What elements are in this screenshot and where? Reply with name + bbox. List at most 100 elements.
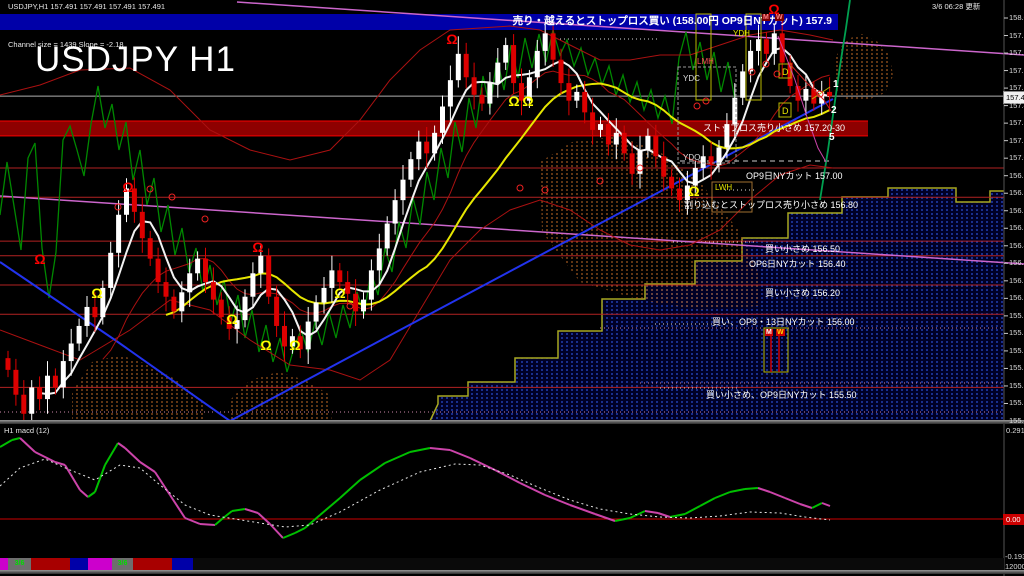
macd-line — [0, 440, 12, 447]
price-axis-tick: 156.350 — [1009, 259, 1024, 267]
macd-line — [65, 465, 80, 490]
macd-line — [758, 488, 770, 492]
session-strip-segment — [0, 558, 8, 570]
candle-body — [480, 95, 485, 104]
price-axis-tick: 155.870 — [1009, 329, 1024, 337]
session-strip-segment — [193, 558, 1004, 570]
price-axis-tick: 157.785 — [1009, 49, 1024, 57]
top-marker-omega: Ω — [252, 239, 263, 255]
candle-body — [385, 224, 390, 249]
entry-circle-marker — [703, 98, 709, 104]
candle-body — [361, 300, 366, 312]
candle-body — [701, 156, 706, 168]
candle-body — [85, 307, 90, 326]
macd-line — [470, 458, 495, 470]
candle-body — [630, 153, 635, 173]
macd-line — [340, 480, 360, 498]
candle-body — [748, 51, 753, 71]
pivot-label: YDH — [733, 30, 750, 38]
macd-label: H1 macd (12) — [4, 427, 49, 435]
macd-line — [700, 498, 715, 506]
candle-body — [37, 387, 42, 399]
candle-body — [45, 376, 50, 399]
price-axis-tick: 156.710 — [1009, 207, 1024, 215]
pivot-label: YDC — [683, 75, 700, 83]
macd-line — [595, 514, 615, 521]
candle-body — [164, 282, 169, 297]
banner-note: 売り・越えるとストップロス買い (158.00円 OP9日NYカット) 157.… — [0, 16, 838, 27]
candle-body — [756, 39, 761, 51]
top-marker-omega: Ω — [34, 251, 45, 267]
macd-line — [822, 503, 830, 506]
price-axis-tick: 155.510 — [1009, 382, 1024, 390]
macd-line — [200, 524, 215, 525]
candle-body — [282, 326, 287, 346]
level-label: 買い小さめ 156.50 — [765, 245, 840, 254]
macd-line — [800, 504, 812, 508]
candle-body — [590, 112, 595, 130]
macd-line — [95, 465, 105, 492]
candle-body — [803, 89, 808, 101]
candle-body — [187, 273, 192, 292]
macd-line — [88, 492, 95, 497]
candle-body — [827, 92, 832, 96]
d-box-label: D — [782, 106, 789, 116]
candle-body — [211, 282, 216, 300]
macd-line — [730, 489, 745, 492]
macd-zero-box: 0.00 — [1003, 514, 1024, 525]
macd-line — [320, 498, 340, 515]
candle-body — [559, 60, 564, 83]
price-axis-tick: 158.025 — [1009, 14, 1024, 22]
macd-line — [125, 448, 140, 462]
macd-line — [685, 506, 700, 514]
entry-circle-marker — [517, 185, 523, 191]
candle-body — [369, 270, 374, 299]
macd-line — [245, 509, 258, 513]
mw-badge: M — [762, 14, 770, 21]
candle-body — [543, 33, 548, 51]
price-axis-tick: 157.546 — [1009, 84, 1024, 92]
macd-line — [155, 472, 170, 495]
candle-body — [732, 98, 737, 124]
macd-signal-line — [0, 459, 830, 527]
pivot-label: LMH — [697, 58, 714, 66]
volume-scale-label: 120000 — [1005, 563, 1024, 571]
macd-line — [670, 514, 685, 517]
candle-body — [424, 142, 429, 154]
macd-line — [410, 448, 430, 452]
candle-body — [598, 124, 603, 130]
candle-body — [551, 33, 556, 59]
candle-body — [195, 259, 200, 274]
level-label: OP6日NYカット 156.40 — [749, 260, 846, 269]
mw-badge: W — [775, 14, 784, 21]
candle-body — [487, 83, 492, 103]
pane-separator[interactable] — [0, 420, 1024, 424]
macd-line — [450, 450, 470, 458]
candle-body — [156, 259, 161, 282]
macd-line — [645, 511, 658, 513]
pivot-label: YDO — [683, 154, 700, 162]
candle-body — [614, 133, 619, 145]
macd-line — [222, 511, 232, 519]
mw-badge: M — [765, 329, 773, 336]
macd-line — [545, 495, 570, 505]
candle-body — [274, 297, 279, 326]
candle-body — [764, 39, 769, 54]
session-strip-segment — [172, 558, 193, 570]
candle-body — [653, 136, 658, 156]
price-axis-tick: 155.990 — [1009, 312, 1024, 320]
wave-number: 5 — [829, 133, 835, 143]
bottom-separator — [0, 570, 1024, 574]
chart-canvas[interactable]: DDΩΩΩΩΩΩΩΩΩΩΩΩΩ — [0, 0, 1024, 576]
macd-line — [12, 438, 20, 440]
candle-body — [258, 256, 263, 274]
price-axis-tick: 156.830 — [1009, 189, 1024, 197]
price-axis-tick: 157.305 — [1009, 119, 1024, 127]
price-axis-tick: 156.950 — [1009, 172, 1024, 180]
candle-body — [677, 188, 682, 200]
bottom-marker-omega: Ω — [226, 311, 237, 327]
candle-body — [401, 180, 406, 200]
candle-body — [353, 294, 358, 312]
level-label: 買い小さめ 156.20 — [765, 289, 840, 298]
price-axis-tick: 155.270 — [1009, 417, 1024, 425]
